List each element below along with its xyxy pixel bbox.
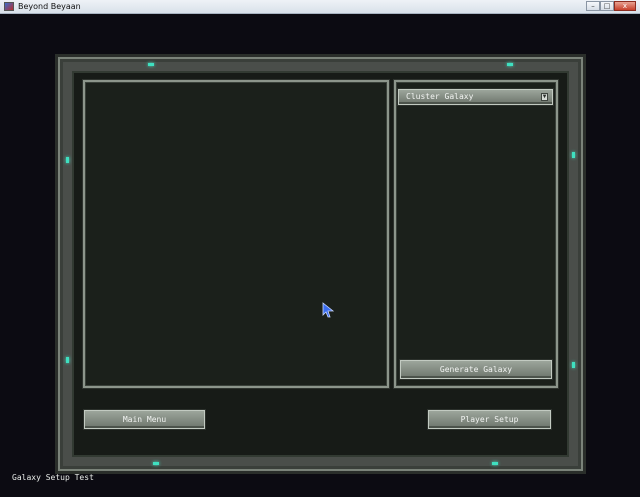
mouse-cursor-icon [322,302,334,318]
frame-led [507,63,513,66]
window-title: Beyond Beyaan [18,2,81,11]
frame-led [66,357,69,363]
galaxy-preview-panel [83,80,389,388]
galaxy-type-dropdown[interactable]: Cluster Galaxy ▼ [398,89,553,105]
window-titlebar[interactable]: Beyond Beyaan – □ x [0,0,640,14]
frame-led [572,362,575,368]
frame-led [66,157,69,163]
minimize-button[interactable]: – [586,1,600,11]
app-icon [4,2,14,11]
status-text: Galaxy Setup Test [12,473,94,482]
frame-led [148,63,154,66]
dropdown-arrow-icon: ▼ [541,93,548,101]
generate-galaxy-button[interactable]: Generate Galaxy [400,360,552,379]
player-setup-button[interactable]: Player Setup [428,410,551,429]
frame-led [153,462,159,465]
frame-led [572,152,575,158]
main-menu-button[interactable]: Main Menu [84,410,205,429]
window-controls: – □ x [586,1,636,12]
game-viewport: Cluster Galaxy ▼ Generate Galaxy Main Me… [0,14,640,497]
frame-led [492,462,498,465]
galaxy-type-label: Cluster Galaxy [406,92,474,101]
maximize-button[interactable]: □ [600,1,614,11]
close-button[interactable]: x [614,1,636,11]
galaxy-settings-panel [394,80,558,388]
